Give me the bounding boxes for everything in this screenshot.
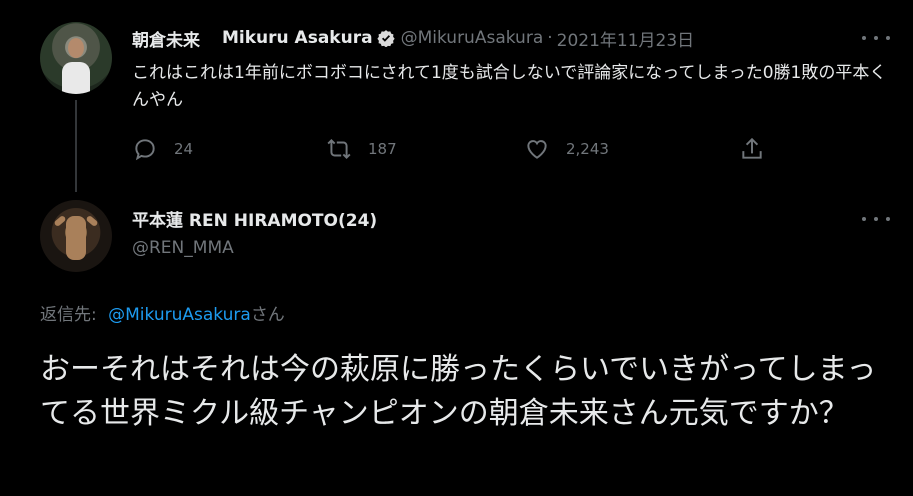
thread-connector-line bbox=[75, 100, 77, 192]
tweet-text: これはこれは1年前にボコボコにされて1度も試合しないで評論家になってしまった0勝… bbox=[132, 63, 887, 110]
author-handle[interactable]: @MikuruAsakura bbox=[401, 28, 544, 48]
tweet-original[interactable]: 朝倉未来 Mikuru Asakura @MikuruAsakura · 202… bbox=[0, 0, 913, 192]
reply-button[interactable]: 24 bbox=[132, 136, 193, 162]
replying-to: 返信先: @MikuruAsakuraさん bbox=[40, 300, 285, 325]
like-button[interactable]: 2,243 bbox=[524, 136, 609, 162]
share-button[interactable] bbox=[739, 136, 781, 162]
avatar-figure bbox=[66, 216, 86, 260]
verified-badge-icon bbox=[376, 30, 395, 47]
tweet-text: おーそれはそれは今の萩原に勝ったくらいでいきがってしまってる世界ミクル級チャンピ… bbox=[40, 352, 877, 431]
reply-prefix: 返信先: bbox=[40, 305, 97, 325]
more-dots-icon[interactable] bbox=[862, 33, 890, 43]
meta-separator: · bbox=[547, 28, 553, 48]
author-row: 朝倉未来 Mikuru Asakura @MikuruAsakura · 202… bbox=[132, 26, 695, 51]
author-handle[interactable]: @REN_MMA bbox=[132, 238, 234, 258]
reply-bubble-icon bbox=[135, 139, 155, 161]
like-count: 2,243 bbox=[566, 140, 609, 158]
avatar-face bbox=[68, 38, 84, 58]
avatar-shirt bbox=[62, 62, 90, 94]
heart-icon bbox=[527, 140, 547, 159]
author-display-name[interactable]: 朝倉未来 bbox=[132, 26, 200, 51]
retweet-icon bbox=[327, 138, 351, 160]
share-icon bbox=[742, 137, 762, 159]
avatar[interactable] bbox=[40, 200, 112, 272]
retweet-count: 187 bbox=[368, 140, 397, 158]
retweet-button[interactable]: 187 bbox=[326, 136, 397, 162]
tweet-reply[interactable]: 平本蓮 REN HIRAMOTO(24) @REN_MMA 返信先: @Miku… bbox=[0, 190, 913, 496]
reply-target-link[interactable]: @MikuruAsakura bbox=[108, 305, 251, 325]
action-bar: 24 187 2,243 bbox=[132, 136, 772, 164]
reply-suffix: さん bbox=[250, 305, 285, 325]
author-name-latin[interactable]: Mikuru Asakura bbox=[222, 28, 373, 48]
author-display-name[interactable]: 平本蓮 REN HIRAMOTO(24) bbox=[132, 206, 377, 231]
avatar[interactable] bbox=[40, 22, 112, 94]
more-dots-icon[interactable] bbox=[862, 214, 890, 224]
tweet-date[interactable]: 2021年11月23日 bbox=[557, 26, 695, 51]
reply-count: 24 bbox=[174, 140, 194, 158]
